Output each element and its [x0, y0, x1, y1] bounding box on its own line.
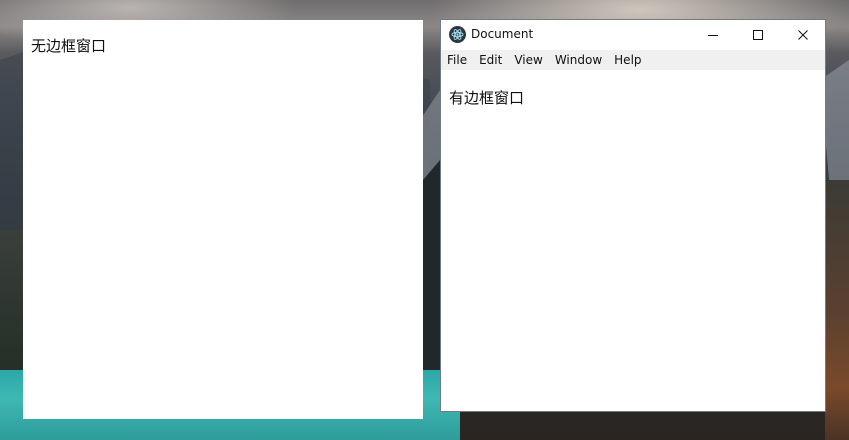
menu-view[interactable]: View	[508, 50, 548, 70]
framed-window[interactable]: Document File Edit View Window Help 有边框窗…	[440, 19, 826, 412]
framed-window-text: 有边框窗口	[449, 89, 525, 107]
menu-file[interactable]: File	[441, 50, 473, 70]
menu-edit[interactable]: Edit	[473, 50, 508, 70]
close-button[interactable]	[780, 20, 825, 50]
autumn-trees-right	[825, 180, 849, 440]
maximize-button[interactable]	[735, 20, 780, 50]
minimize-icon	[707, 35, 718, 36]
minimize-button[interactable]	[690, 20, 735, 50]
maximize-icon	[752, 30, 763, 40]
menu-window[interactable]: Window	[549, 50, 608, 70]
frameless-window-text: 无边框窗口	[31, 37, 107, 55]
menu-help[interactable]: Help	[608, 50, 647, 70]
desktop-wallpaper: 无边框窗口 Document File Edit View Window Hel…	[0, 0, 849, 440]
window-title: Document	[471, 27, 534, 41]
frameless-window[interactable]: 无边框窗口	[23, 20, 423, 419]
electron-atom-icon	[449, 26, 466, 43]
menu-bar: File Edit View Window Help	[441, 50, 825, 70]
close-icon	[797, 30, 808, 40]
title-bar[interactable]: Document	[441, 20, 825, 50]
